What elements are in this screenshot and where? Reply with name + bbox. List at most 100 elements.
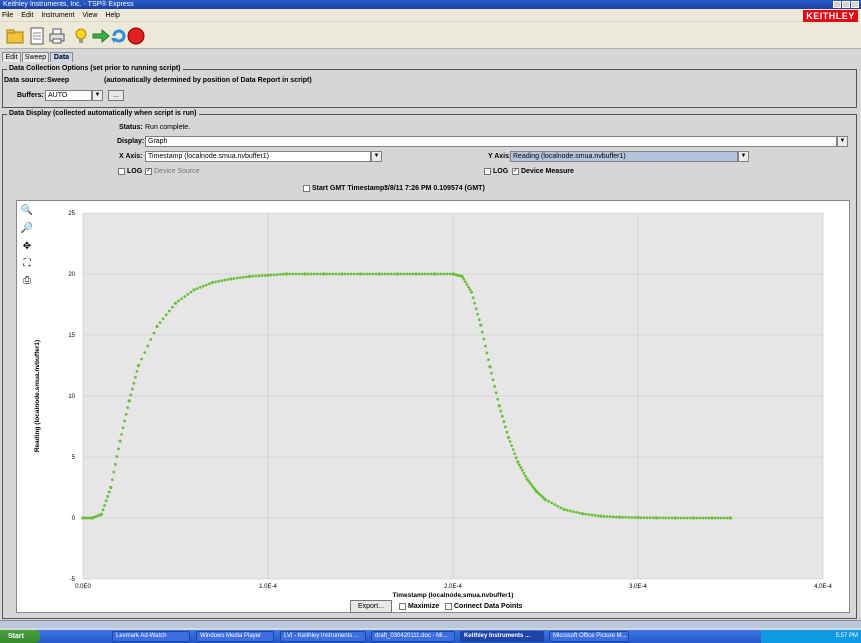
data-point (462, 277, 466, 281)
chevron-down-icon[interactable]: ▼ (92, 90, 103, 101)
folder-icon[interactable] (6, 27, 24, 45)
data-point (691, 516, 696, 520)
data-point (132, 381, 136, 385)
data-point (420, 272, 424, 276)
data-point (118, 439, 122, 443)
minimize-button[interactable] (833, 1, 841, 8)
document-icon[interactable] (28, 27, 46, 45)
data-point (510, 444, 513, 448)
tab-edit[interactable]: Edit (2, 52, 21, 62)
data-point (315, 272, 319, 276)
connect-points-checkbox[interactable] (445, 603, 452, 610)
print-icon[interactable] (48, 27, 66, 45)
data-point (611, 515, 615, 519)
graph-panel: 0.0E0 1.0E-4 2.0E-4 3.0E-4 4.0E-4 -5 0 5 10 15 20 2… (16, 200, 850, 613)
y-tick-label: 5 (72, 455, 76, 461)
data-point (664, 516, 668, 520)
data-point (587, 513, 591, 516)
menu-view[interactable]: View (82, 12, 97, 19)
data-point (676, 516, 680, 520)
data-point (698, 516, 702, 520)
y-log-checkbox[interactable] (484, 168, 491, 175)
data-collection-label: Data Collection Options (set prior to ru… (7, 65, 183, 72)
tab-data[interactable]: Data (50, 52, 73, 62)
x-device-source-checkbox[interactable]: ✓ (145, 168, 152, 175)
data-point (511, 448, 515, 452)
data-point (107, 490, 111, 494)
x-axis-select[interactable]: Timestamp (localnode.smua.nvbuffer1) (145, 151, 371, 162)
chart-svg: 0.0E0 1.0E-4 2.0E-4 3.0E-4 4.0E-4 -5 0 5 10 15 20 2… (34, 211, 832, 599)
data-point (349, 272, 353, 276)
fit-icon[interactable]: ⛶ (19, 256, 35, 272)
menu-edit[interactable]: Edit (21, 12, 33, 19)
export-button[interactable]: Export... (350, 600, 392, 613)
pan-icon[interactable]: ✥ (19, 239, 35, 255)
lightbulb-icon[interactable] (72, 27, 90, 45)
menu-bar: File Edit Instrument View Help (0, 9, 861, 21)
display-select[interactable]: Graph (145, 136, 837, 147)
run-arrow-icon[interactable] (92, 27, 110, 45)
close-button[interactable] (851, 1, 859, 8)
menu-file[interactable]: File (2, 12, 13, 19)
data-point (288, 272, 291, 276)
data-display-label: Data Display (collected automatically wh… (7, 110, 199, 117)
data-point (645, 516, 649, 520)
data-point (183, 295, 187, 298)
data-point (121, 426, 125, 430)
data-point (110, 478, 114, 482)
data-point (180, 297, 184, 301)
data-point (158, 321, 162, 324)
data-source-note: (automatically determined by position of… (104, 77, 312, 84)
chevron-down-icon[interactable]: ▼ (837, 136, 848, 147)
data-point (126, 406, 130, 409)
taskbar-item-active[interactable]: Keithley Instruments ... (460, 631, 544, 642)
data-point (124, 412, 128, 416)
taskbar-item[interactable]: LVI - Keithley Instruments ... (280, 631, 366, 642)
x-tick-label: 3.0E-4 (629, 584, 647, 590)
data-point (135, 369, 139, 373)
data-point (352, 272, 356, 276)
data-point (374, 272, 378, 276)
chevron-down-icon[interactable]: ▼ (371, 151, 382, 162)
data-point (590, 513, 594, 517)
menu-help[interactable]: Help (105, 12, 119, 19)
gmt-timestamp-checkbox[interactable] (303, 185, 310, 192)
data-point (278, 273, 282, 276)
maximize-button[interactable] (842, 1, 850, 8)
data-point (120, 433, 123, 436)
taskbar-item[interactable]: Lexmark Ad-Watch (112, 631, 190, 642)
buffers-more-button[interactable]: ... (108, 90, 124, 101)
taskbar-item[interactable]: Microsoft Office Picture M... (549, 631, 629, 642)
data-point (524, 474, 527, 478)
data-point (500, 414, 504, 418)
x-device-source-label: Device Source (154, 168, 200, 175)
zoom-in-icon[interactable]: 🔍 (19, 203, 35, 219)
menu-instrument[interactable]: Instrument (41, 12, 74, 19)
data-point (599, 514, 603, 518)
data-point (245, 275, 248, 279)
data-point (195, 287, 199, 291)
zoom-out-icon[interactable]: 🔎 (19, 221, 35, 237)
stop-icon[interactable] (127, 27, 145, 45)
y-tick-label: 10 (68, 394, 75, 400)
maximize-checkbox[interactable] (399, 603, 406, 610)
data-point (269, 273, 273, 277)
chevron-down-icon[interactable]: ▼ (738, 151, 749, 162)
start-button[interactable]: Start (0, 630, 40, 643)
print-graph-icon[interactable]: ⎙ (19, 273, 35, 289)
y-device-measure-checkbox[interactable]: ✓ (512, 168, 519, 175)
data-point (559, 506, 563, 510)
x-log-checkbox[interactable] (118, 168, 125, 175)
tab-sweep[interactable]: Sweep (22, 52, 49, 62)
data-source-label: Data source: (4, 77, 47, 84)
data-point (380, 272, 384, 276)
data-point (460, 274, 464, 279)
y-axis-select[interactable]: Reading (localnode.smua.nvbuffer1) (510, 151, 738, 162)
data-point (143, 351, 147, 354)
refresh-icon[interactable] (110, 27, 128, 45)
buffers-select[interactable]: AUTO (45, 90, 92, 101)
data-point (325, 272, 328, 276)
taskbar-item[interactable]: Windows Media Player (196, 631, 274, 642)
taskbar-item[interactable]: draft_030420111.doc - Mi... (371, 631, 455, 642)
data-point (701, 516, 705, 520)
